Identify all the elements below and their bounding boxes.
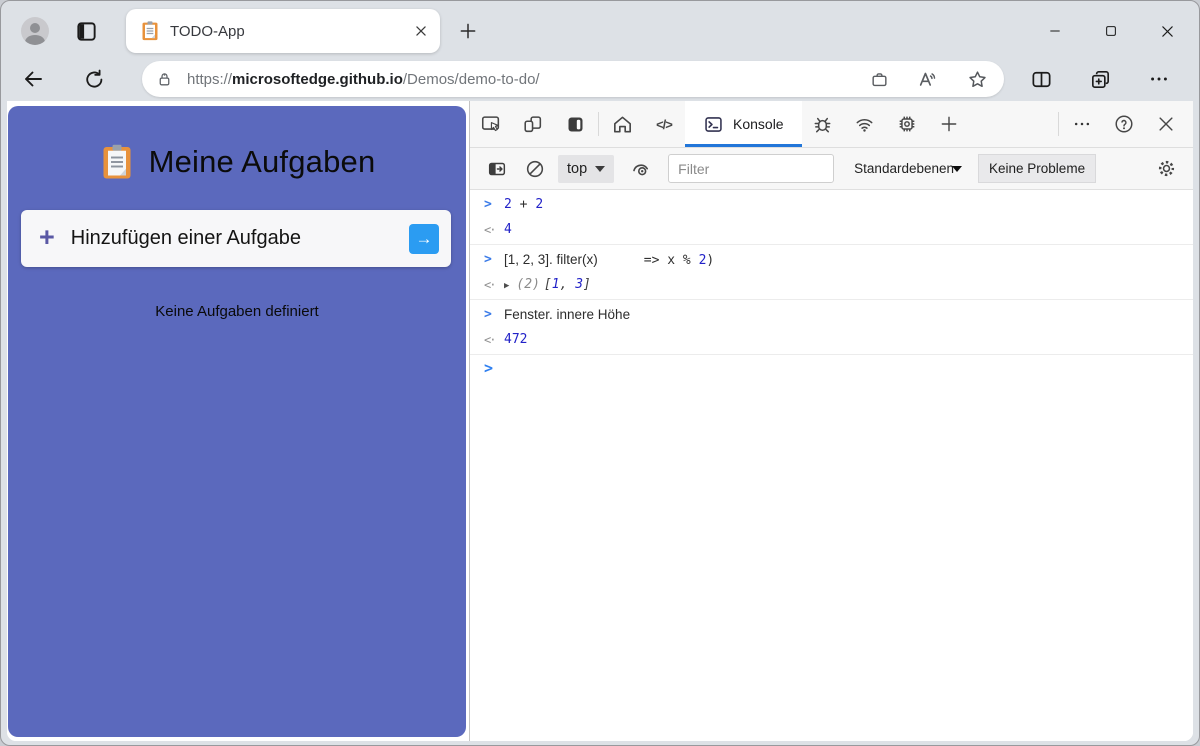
debugger-bug-icon[interactable] (802, 101, 844, 147)
add-task-label: Hinzufügen einer Aufgabe (71, 227, 409, 250)
tab-close-icon[interactable] (414, 24, 428, 38)
app-header: Meine Aufgaben (8, 106, 466, 180)
add-task-submit-button[interactable]: → (409, 224, 439, 254)
console-message-group: >Fenster. innere Höhe<·472 (470, 300, 1193, 355)
console-settings-gear-icon[interactable] (1151, 154, 1181, 184)
console-result-row: <·▶(2)[1, 3] (470, 272, 1193, 297)
console-result-row: <·4 (470, 217, 1193, 242)
browser-navbar: https://microsoftedge.github.io/Demos/de… (1, 61, 1199, 101)
console-prompt-row[interactable]: > (470, 355, 1193, 377)
console-sidebar-icon[interactable] (482, 154, 512, 184)
tab-favicon-clipboard-icon (140, 21, 160, 41)
favorite-star-icon[interactable] (967, 69, 988, 90)
workspaces-icon[interactable] (75, 20, 98, 43)
more-tabs-plus-icon[interactable] (928, 101, 970, 147)
tab-title: TODO-App (170, 23, 414, 40)
profile-avatar[interactable] (21, 17, 49, 45)
console-text: 4 (504, 222, 512, 237)
add-task-input[interactable]: + Hinzufügen einer Aufgabe → (21, 210, 451, 267)
arrow-right-icon: → (416, 229, 433, 249)
devtools-panel: </> Konsole (469, 101, 1193, 741)
device-emulation-icon[interactable] (512, 101, 554, 147)
url-path: /Demos/demo-to-do/ (403, 71, 540, 88)
read-aloud-icon[interactable] (917, 68, 939, 90)
inspect-tool-icon[interactable] (470, 101, 512, 147)
close-window-button[interactable] (1160, 24, 1175, 39)
browser-tab[interactable]: TODO-App (126, 9, 440, 53)
input-chevron-icon: > (484, 307, 504, 322)
url-text: https://microsoftedge.github.io/Demos/de… (187, 71, 870, 88)
console-text: [1, 2, 3]. filter(x)=> x % 2) (504, 252, 714, 268)
input-chevron-icon: > (484, 197, 504, 212)
browser-titlebar: TODO-App (1, 1, 1199, 61)
issues-counter-button[interactable]: Keine Probleme (978, 154, 1096, 183)
app-title: Meine Aufgaben (149, 144, 376, 180)
avatar-head (30, 23, 40, 33)
url-domain: microsoftedge.github.io (232, 71, 403, 88)
devtools-tabstrip: </> Konsole (470, 101, 1193, 148)
empty-state-text: Keine Aufgaben definiert (8, 303, 466, 320)
clipboard-icon (99, 144, 135, 180)
console-text: Fenster. innere Höhe (504, 307, 630, 323)
devtools-tab-konsole[interactable]: Konsole (685, 101, 802, 147)
devtools-home-icon[interactable] (601, 101, 643, 147)
chevron-down-icon (595, 166, 605, 172)
avatar-shoulders (25, 35, 45, 45)
live-expression-eye-icon[interactable] (626, 154, 656, 184)
console-message-group: >2 + 2<·4 (470, 190, 1193, 245)
console-filter-input[interactable] (668, 154, 834, 183)
browser-window: TODO-App (0, 0, 1200, 746)
console-result-row: <·472 (470, 327, 1193, 352)
plus-icon: + (39, 224, 55, 251)
console-message-group: >[1, 2, 3]. filter(x)=> x % 2)<·▶(2)[1, … (470, 245, 1193, 300)
console-toolbar: top Standardebenen Keine Probleme (470, 148, 1193, 190)
address-bar[interactable]: https://microsoftedge.github.io/Demos/de… (142, 61, 1004, 97)
refresh-button[interactable] (83, 68, 106, 91)
log-levels-label: Standardebenen (854, 161, 954, 176)
devtools-close-icon[interactable] (1145, 101, 1187, 147)
maximize-button[interactable] (1104, 24, 1118, 38)
performance-chip-icon[interactable] (886, 101, 928, 147)
issues-label: Keine Probleme (989, 161, 1085, 176)
lock-icon[interactable] (156, 71, 173, 88)
context-selector-dropdown[interactable]: top (558, 155, 614, 183)
window-controls (1048, 24, 1199, 39)
console-prompt-chevron-icon: > (484, 359, 493, 377)
minimize-button[interactable] (1048, 24, 1062, 38)
console-tab-icon (703, 114, 724, 135)
workspace-briefcase-icon[interactable] (870, 70, 889, 89)
devtools-help-icon[interactable] (1103, 101, 1145, 147)
network-wifi-icon[interactable] (844, 101, 886, 147)
console-text: 472 (504, 332, 527, 347)
console-messages[interactable]: >2 + 2<·4>[1, 2, 3]. filter(x)=> x % 2)<… (470, 190, 1193, 741)
split-screen-icon[interactable] (1030, 68, 1053, 91)
console-text: 2 + 2 (504, 197, 543, 212)
page-content: Meine Aufgaben + Hinzufügen einer Aufgab… (7, 101, 1193, 741)
todo-app-panel: Meine Aufgaben + Hinzufügen einer Aufgab… (8, 106, 466, 737)
result-arrow-icon: <· (484, 278, 504, 292)
log-levels-dropdown[interactable]: Standardebenen (854, 161, 962, 176)
todo-page: Meine Aufgaben + Hinzufügen einer Aufgab… (7, 101, 469, 741)
devtools-menu-ellipsis-icon[interactable] (1061, 101, 1103, 147)
console-input-row: >[1, 2, 3]. filter(x)=> x % 2) (470, 247, 1193, 272)
console-tab-label: Konsole (733, 116, 784, 132)
console-input-row: >2 + 2 (470, 192, 1193, 217)
input-chevron-icon: > (484, 252, 504, 267)
chevron-down-icon (952, 166, 962, 172)
context-selector-value: top (567, 161, 587, 177)
new-tab-button[interactable] (458, 21, 478, 41)
result-arrow-icon: <· (484, 223, 504, 237)
console-text: ▶(2)[1, 3] (504, 277, 591, 292)
clear-console-icon[interactable] (520, 154, 550, 184)
collections-icon[interactable] (1089, 68, 1112, 91)
console-input-row: >Fenster. innere Höhe (470, 302, 1193, 327)
result-arrow-icon: <· (484, 333, 504, 347)
browser-menu-ellipsis-icon[interactable] (1148, 68, 1170, 90)
back-button[interactable] (21, 67, 45, 91)
url-scheme: https:// (187, 71, 232, 88)
devtools-elements-icon[interactable]: </> (643, 101, 685, 147)
activity-bar-icon[interactable] (554, 101, 596, 147)
